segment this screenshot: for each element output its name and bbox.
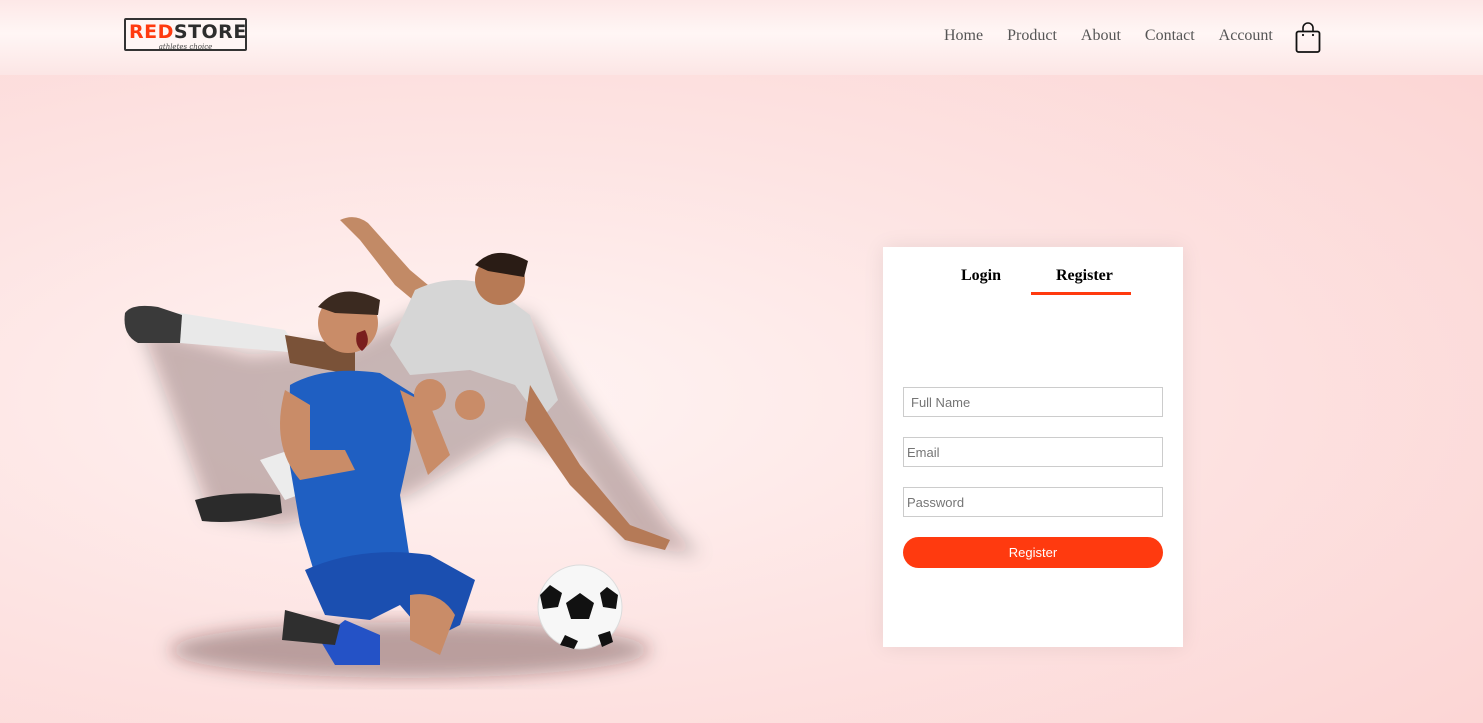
nav-contact[interactable]: Contact (1145, 26, 1195, 46)
register-form-card: Login Register Register (883, 247, 1183, 647)
nav-account[interactable]: Account (1219, 26, 1273, 46)
register-button[interactable]: Register (903, 537, 1163, 568)
email-input[interactable] (903, 437, 1163, 467)
logo-dark-text: STORE (173, 21, 247, 43)
password-input[interactable] (903, 487, 1163, 517)
tab-login[interactable]: Login (961, 264, 1001, 288)
full-name-input[interactable] (903, 387, 1163, 417)
navbar: REDSTORE athletes choice Home Product Ab… (0, 0, 1483, 75)
logo-tagline: athletes choice (158, 43, 213, 51)
main-nav: Home Product About Contact Account (944, 26, 1273, 46)
shopping-bag-icon[interactable] (1295, 22, 1321, 54)
brand-logo[interactable]: REDSTORE athletes choice (124, 18, 247, 51)
logo-red-text: RED (129, 21, 174, 43)
nav-product[interactable]: Product (1007, 26, 1057, 46)
nav-home[interactable]: Home (944, 26, 983, 46)
logo-wordmark: REDSTORE (129, 21, 247, 43)
nav-about[interactable]: About (1081, 26, 1121, 46)
hero-soccer-image (110, 195, 720, 705)
tab-register[interactable]: Register (1056, 264, 1113, 288)
active-tab-indicator (1031, 292, 1131, 295)
